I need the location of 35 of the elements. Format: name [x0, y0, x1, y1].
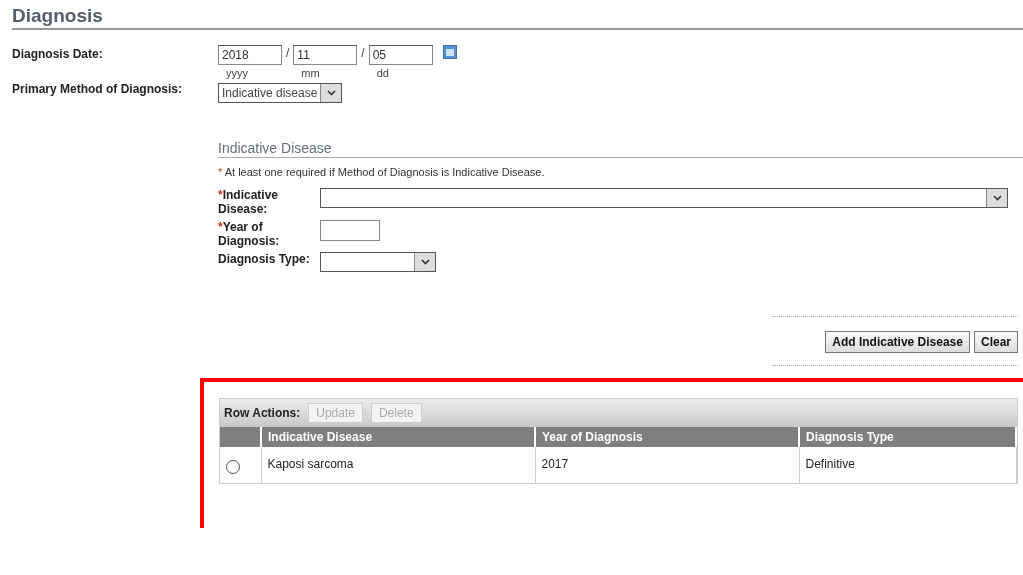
year-input[interactable]	[320, 220, 380, 241]
field-label: Primary Method of Diagnosis:	[12, 83, 184, 98]
calendar-icon[interactable]	[442, 45, 457, 59]
disease-select[interactable]	[320, 188, 1008, 208]
column-header: Year of Diagnosis	[535, 427, 799, 447]
table-header	[220, 427, 261, 447]
field-label: Diagnosis Type:	[218, 252, 311, 266]
field-label: *Year of Diagnosis:	[218, 220, 281, 248]
date-input[interactable]: 11	[293, 45, 358, 65]
row-actions-label: Row Actions:	[224, 406, 301, 420]
field-label: Diagnosis Date:	[12, 46, 104, 63]
row-radio[interactable]	[226, 459, 240, 474]
table-cell: Definitive	[799, 447, 1016, 483]
date-input[interactable]: 05	[368, 45, 433, 65]
date-separator: /	[361, 45, 365, 60]
subsection-title: Indicative Disease	[218, 139, 333, 157]
method-select[interactable]: Indicative disease	[218, 83, 343, 103]
table-cell: Kaposi sarcoma	[261, 447, 535, 483]
column-header: Diagnosis Type	[799, 427, 1016, 447]
date-input[interactable]: 2018	[218, 45, 282, 65]
date-hint: yyyy	[225, 67, 249, 79]
section-title: Diagnosis	[12, 4, 103, 28]
field-label: *Indicative Disease:	[218, 188, 280, 216]
required-note: * At least one required if Method of Diagnosis is Indicative Disease.	[218, 166, 546, 178]
date-separator: /	[286, 45, 290, 60]
caret-icon	[420, 259, 430, 265]
date-hint: dd	[375, 67, 390, 79]
table-cell: 2017	[535, 447, 799, 483]
date-hint: mm	[300, 67, 321, 79]
column-header: Indicative Disease	[261, 427, 535, 447]
type-select[interactable]	[320, 252, 436, 272]
form-button[interactable]: Add Indicative Disease	[825, 331, 970, 353]
caret-icon	[326, 90, 336, 96]
caret-icon	[992, 195, 1002, 201]
form-button[interactable]: Clear	[973, 331, 1018, 353]
